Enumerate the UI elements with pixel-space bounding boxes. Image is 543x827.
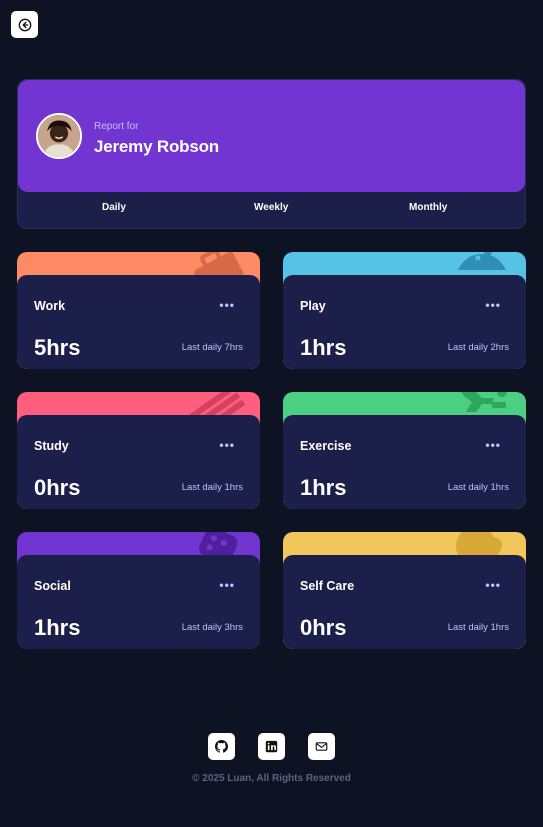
activity-previous: Last daily 3hrs: [181, 622, 243, 633]
activity-card-study: Study ••• 0hrs Last daily 1hrs: [17, 392, 260, 509]
activity-previous: Last daily 7hrs: [181, 342, 243, 353]
linkedin-link[interactable]: [258, 733, 285, 760]
activity-panel[interactable]: Social ••• 1hrs Last daily 3hrs: [17, 555, 260, 649]
activity-title: Study: [34, 439, 69, 453]
activity-title: Exercise: [300, 439, 352, 453]
more-options-icon[interactable]: •••: [219, 438, 235, 452]
more-options-icon[interactable]: •••: [219, 298, 235, 312]
activity-title: Social: [34, 579, 71, 593]
activity-previous: Last daily 1hrs: [181, 482, 243, 493]
activity-title: Self Care: [300, 579, 355, 593]
back-arrow-circle-icon: [18, 18, 31, 31]
tab-daily[interactable]: Daily: [102, 202, 126, 213]
activity-hours: 0hrs: [34, 475, 81, 500]
github-link[interactable]: [208, 733, 235, 760]
mail-icon: [315, 742, 328, 751]
github-icon: [215, 740, 228, 753]
activity-hours: 5hrs: [34, 335, 81, 360]
back-button[interactable]: [11, 11, 38, 38]
user-name: Jeremy Robson: [94, 137, 219, 156]
mail-link[interactable]: [308, 733, 335, 760]
activity-title: Play: [300, 299, 326, 313]
tab-weekly[interactable]: Weekly: [254, 202, 288, 213]
activity-card-self-care: Self Care ••• 0hrs Last daily 1hrs: [283, 532, 526, 649]
activity-previous: Last daily 1hrs: [447, 482, 509, 493]
activity-title: Work: [34, 299, 66, 313]
copyright-text: © 2025 Luan, All Rights Reserved: [192, 773, 351, 784]
avatar: [36, 113, 82, 159]
linkedin-icon: [265, 740, 278, 753]
activity-card-work: Work ••• 5hrs Last daily 7hrs: [17, 252, 260, 369]
more-options-icon[interactable]: •••: [485, 298, 501, 312]
activity-hours: 0hrs: [300, 615, 347, 640]
activity-previous: Last daily 1hrs: [447, 622, 509, 633]
activity-card-play: Play ••• 1hrs Last daily 2hrs: [283, 252, 526, 369]
activity-card-exercise: Exercise ••• 1hrs Last daily 1hrs: [283, 392, 526, 509]
activity-previous: Last daily 2hrs: [447, 342, 509, 353]
activity-hours: 1hrs: [300, 475, 347, 500]
report-for-label: Report for: [94, 121, 139, 132]
activity-card-social: Social ••• 1hrs Last daily 3hrs: [17, 532, 260, 649]
activity-panel[interactable]: Play ••• 1hrs Last daily 2hrs: [283, 275, 526, 369]
social-links: [208, 733, 335, 760]
activity-panel[interactable]: Work ••• 5hrs Last daily 7hrs: [17, 275, 260, 369]
activity-panel[interactable]: Exercise ••• 1hrs Last daily 1hrs: [283, 415, 526, 509]
activity-panel[interactable]: Study ••• 0hrs Last daily 1hrs: [17, 415, 260, 509]
more-options-icon[interactable]: •••: [485, 438, 501, 452]
activity-panel[interactable]: Self Care ••• 0hrs Last daily 1hrs: [283, 555, 526, 649]
activity-hours: 1hrs: [34, 615, 81, 640]
activity-hours: 1hrs: [300, 335, 347, 360]
tab-monthly[interactable]: Monthly: [409, 202, 447, 213]
more-options-icon[interactable]: •••: [485, 578, 501, 592]
profile-card: Report for Jeremy Robson Daily Weekly Mo…: [17, 79, 526, 229]
profile-header: Report for Jeremy Robson: [18, 80, 525, 192]
more-options-icon[interactable]: •••: [219, 578, 235, 592]
